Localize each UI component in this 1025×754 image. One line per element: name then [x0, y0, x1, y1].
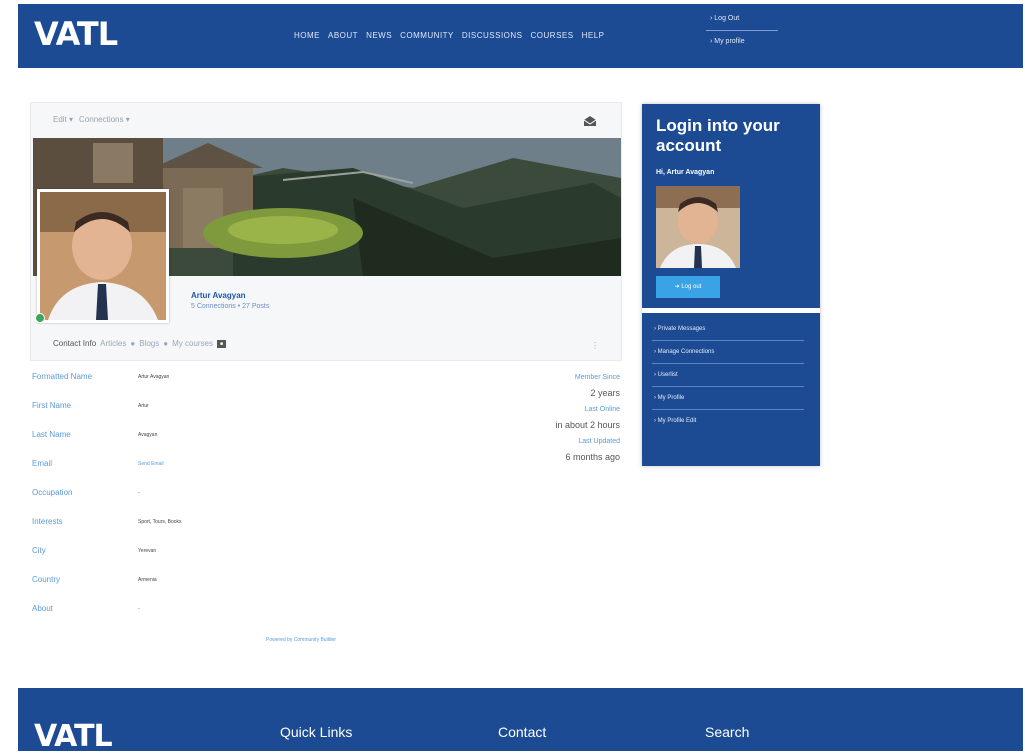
- field-value: -: [138, 490, 140, 496]
- userlist-link[interactable]: › Userlist: [652, 364, 804, 387]
- my-profile-edit-link[interactable]: › My Profile Edit: [652, 410, 804, 432]
- site-footer: VATL Quick Links Contact Search: [18, 688, 1023, 752]
- profile-meta[interactable]: 5 Connections • 27 Posts: [191, 303, 269, 310]
- nav-courses[interactable]: COURSES: [531, 31, 574, 40]
- field-label: Interests: [32, 517, 63, 526]
- field-row: Country Armenia: [32, 575, 332, 604]
- field-label: Email: [32, 459, 53, 468]
- profile-avatar[interactable]: [37, 189, 169, 323]
- field-label: About: [32, 604, 53, 613]
- send-email-link[interactable]: Send Email: [138, 459, 164, 488]
- member-since-label: Member Since: [574, 374, 620, 381]
- field-row: Email Send Email: [32, 459, 332, 488]
- field-value: Yerevan: [138, 548, 157, 554]
- small-avatar-image: [656, 186, 740, 268]
- field-row: About -: [32, 604, 332, 633]
- link-label: My Profile: [657, 395, 685, 401]
- login-panel-title: Login into your account: [656, 116, 780, 155]
- link-label: Userlist: [657, 372, 678, 378]
- footer-search-heading: Search: [705, 724, 750, 740]
- link-label: Manage Connections: [657, 349, 715, 355]
- user-nav: › Log Out › My profile: [706, 12, 778, 49]
- footer-logo[interactable]: VATL: [34, 722, 113, 752]
- tab-contact-info[interactable]: Contact Info: [53, 339, 96, 348]
- powered-by-link[interactable]: Powered by Community Builder: [266, 637, 336, 643]
- avatar-image: [40, 192, 166, 320]
- logout-link-label: Log Out: [714, 15, 740, 22]
- logout-button-label: Log out: [681, 284, 702, 290]
- connections-menu[interactable]: Connections ▾: [79, 115, 130, 124]
- last-online-value: in about 2 hours: [555, 420, 620, 430]
- tab-my-courses[interactable]: My courses: [172, 339, 213, 348]
- field-value: Artur: [138, 403, 149, 409]
- field-value: Avagyan: [138, 432, 158, 438]
- profile-card: Edit ▾ Connections ▾ Artur Avagyan 5 Con…: [30, 102, 622, 361]
- login-panel-avatar: [656, 186, 740, 268]
- login-panel-links: › Private Messages › Manage Connections …: [652, 318, 804, 432]
- field-value: Armenia: [138, 577, 157, 583]
- private-messages-link[interactable]: › Private Messages: [652, 318, 804, 341]
- profile-stats: Member Since 2 years Last Online in abou…: [470, 374, 620, 470]
- nav-discussions[interactable]: DISCUSSIONS: [462, 31, 523, 40]
- tab-articles-separator: ●: [130, 339, 136, 348]
- member-since-value: 2 years: [590, 388, 620, 398]
- main-nav: HOME ABOUT NEWS COMMUNITY DISCUSSIONS CO…: [294, 31, 604, 40]
- my-profile-link[interactable]: › My profile: [706, 35, 778, 49]
- field-label: First Name: [32, 401, 72, 410]
- field-label: Last Name: [32, 430, 71, 439]
- field-row: Interests Sport, Tours, Books: [32, 517, 332, 546]
- field-label: Country: [32, 575, 61, 584]
- login-panel-greeting: Hi, Artur Avagyan: [656, 169, 715, 176]
- field-value: Artur Avagyan: [138, 374, 170, 380]
- link-label: Private Messages: [657, 326, 706, 332]
- last-updated-label: Last Updated: [578, 438, 620, 445]
- field-label: City: [32, 546, 46, 555]
- profile-name[interactable]: Artur Avagyan: [191, 291, 246, 300]
- site-logo[interactable]: VATL: [34, 18, 118, 50]
- login-panel-divider: [642, 308, 820, 313]
- profile-fields: Formatted Name Artur Avagyan First Name …: [32, 372, 332, 633]
- field-row: Last Name Avagyan: [32, 430, 332, 459]
- field-row: Occupation -: [32, 488, 332, 517]
- field-row: City Yerevan: [32, 546, 332, 575]
- logout-button[interactable]: ➜ Log out: [656, 276, 720, 298]
- edit-menu[interactable]: Edit ▾: [53, 115, 73, 124]
- footer-quick-links-heading: Quick Links: [280, 724, 353, 740]
- site-header: VATL HOME ABOUT NEWS COMMUNITY DISCUSSIO…: [18, 4, 1023, 68]
- user-nav-divider: [706, 30, 778, 31]
- manage-connections-link[interactable]: › Manage Connections: [652, 341, 804, 364]
- field-label: Occupation: [32, 488, 73, 497]
- login-panel: Login into your account Hi, Artur Avagya…: [642, 104, 820, 466]
- online-status-indicator: [35, 313, 45, 323]
- my-profile-link-label: My profile: [714, 38, 745, 45]
- nav-community[interactable]: COMMUNITY: [400, 31, 454, 40]
- courses-badge-icon: ■: [216, 339, 226, 348]
- footer-contact-heading: Contact: [498, 724, 547, 740]
- tab-blogs-separator: ●: [163, 339, 169, 348]
- nav-about[interactable]: ABOUT: [328, 31, 358, 40]
- field-value: Sport, Tours, Books: [138, 519, 182, 525]
- logout-icon: ➜: [674, 284, 680, 290]
- logout-link[interactable]: › Log Out: [706, 12, 778, 26]
- mail-icon[interactable]: [583, 115, 597, 127]
- last-updated-value: 6 months ago: [565, 452, 620, 462]
- more-options-icon[interactable]: ⋮: [591, 341, 599, 350]
- profile-tabs: Contact Info Articles ● Blogs ● My cours…: [53, 339, 226, 348]
- nav-help[interactable]: HELP: [582, 31, 605, 40]
- tab-blogs[interactable]: Blogs: [139, 339, 159, 348]
- field-label: Formatted Name: [32, 372, 93, 381]
- nav-home[interactable]: HOME: [294, 31, 320, 40]
- field-value: -: [138, 606, 140, 612]
- last-online-label: Last Online: [584, 406, 620, 413]
- my-profile-panel-link[interactable]: › My Profile: [652, 387, 804, 410]
- profile-toolbar: Edit ▾ Connections ▾: [53, 115, 130, 124]
- field-row: Formatted Name Artur Avagyan: [32, 372, 332, 401]
- link-label: My Profile Edit: [657, 418, 697, 424]
- field-row: First Name Artur: [32, 401, 332, 430]
- tab-articles[interactable]: Articles: [100, 339, 126, 348]
- nav-news[interactable]: NEWS: [366, 31, 392, 40]
